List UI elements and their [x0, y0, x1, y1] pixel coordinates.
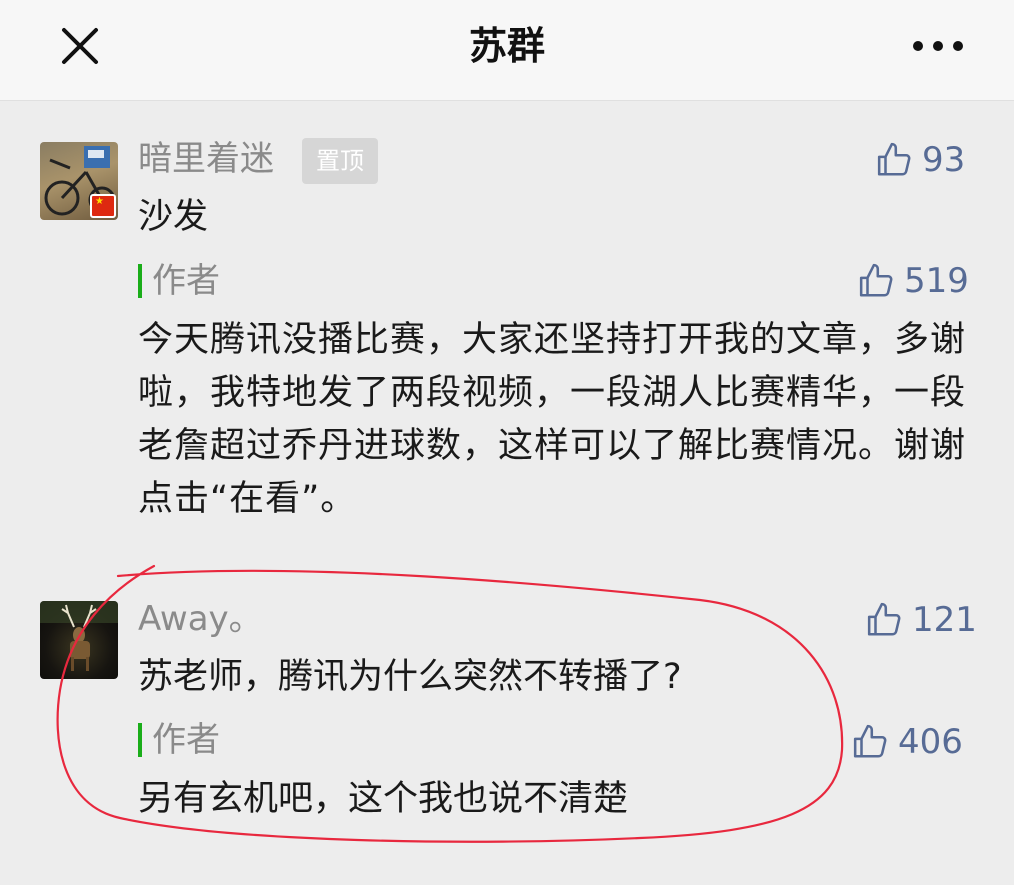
more-button[interactable]	[906, 22, 970, 70]
thumbs-up-icon	[877, 142, 911, 176]
author-label: 作者	[152, 261, 220, 301]
pinned-badge: 置顶	[302, 138, 378, 184]
like-button[interactable]: 406	[852, 720, 963, 764]
author-reply-text: 另有玄机吧，这个我也说不清楚	[138, 779, 629, 819]
comment-text: 沙发	[138, 197, 209, 237]
author-indicator-bar	[138, 264, 142, 298]
comment-username[interactable]: 暗里着迷	[138, 137, 274, 181]
thumbs-up-icon	[867, 602, 901, 636]
avatar[interactable]: ★	[40, 142, 118, 220]
author-indicator-bar	[138, 723, 142, 757]
page-title: 苏群	[468, 24, 545, 68]
like-button[interactable]: 121	[866, 598, 977, 642]
china-flag-icon: ★	[90, 194, 116, 218]
top-bar: 苏群	[0, 0, 1014, 101]
comment-text: 苏老师，腾讯为什么突然不转播了?	[138, 657, 682, 697]
more-dots-icon	[913, 41, 963, 51]
like-count: 519	[904, 261, 969, 301]
thumbs-up-icon	[853, 724, 887, 758]
like-count: 406	[898, 722, 963, 762]
author-reply-text: 今天腾讯没播比赛，大家还坚持打开我的文章，多谢啦，我特地发了两段视频，一段湖人比…	[138, 320, 967, 519]
thumbs-up-icon	[859, 263, 893, 297]
like-button[interactable]: 93	[876, 138, 965, 182]
author-label: 作者	[152, 720, 220, 760]
like-count: 93	[922, 140, 966, 180]
like-button[interactable]: 519	[858, 259, 969, 303]
avatar[interactable]	[40, 601, 118, 679]
like-count: 121	[912, 600, 977, 640]
deer-photo-icon	[40, 601, 118, 671]
comment-username[interactable]: Away。	[138, 597, 263, 641]
